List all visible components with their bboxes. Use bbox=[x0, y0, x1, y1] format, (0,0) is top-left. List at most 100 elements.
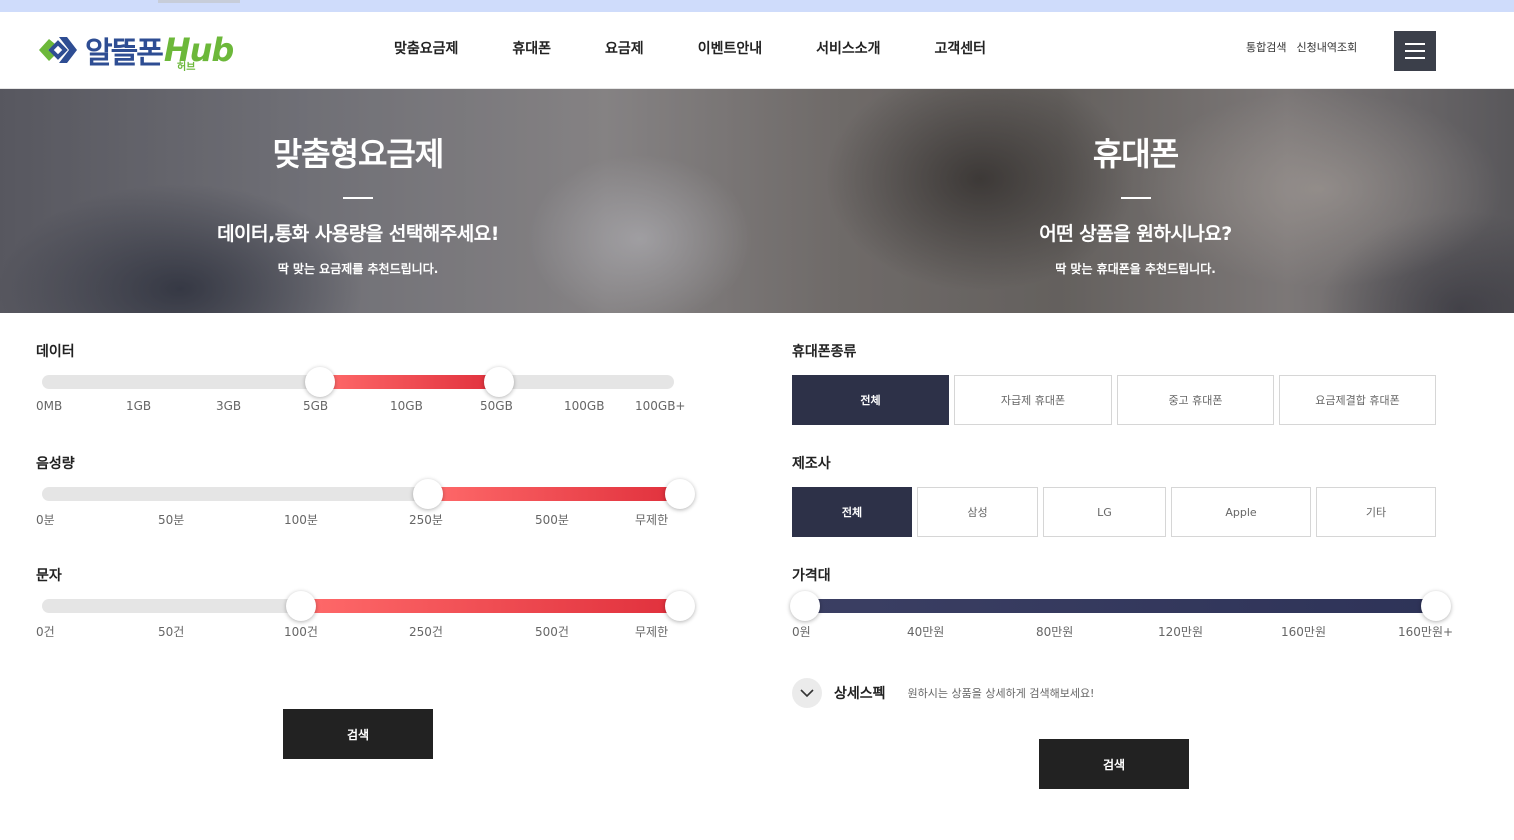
price-slider-max-handle[interactable] bbox=[1421, 591, 1451, 621]
maker-label: 제조사 bbox=[792, 456, 831, 472]
sms-ticks: 0건 50건 100건 250건 500건 무제한 bbox=[36, 623, 696, 639]
maker-all-button[interactable]: 전체 bbox=[792, 487, 912, 537]
sms-slider-min-handle[interactable] bbox=[286, 591, 316, 621]
nav-plan[interactable]: 요금제 bbox=[589, 38, 660, 58]
data-tick: 10GB bbox=[390, 399, 423, 413]
sms-tick: 0건 bbox=[36, 625, 55, 639]
hero-left-divider bbox=[343, 197, 373, 199]
phone-type-bundle-button[interactable]: 요금제결합 휴대폰 bbox=[1279, 375, 1436, 425]
detail-spec-hint: 원하시는 상품을 상세하게 검색해보세요! bbox=[907, 687, 1095, 700]
hero-right-subtitle: 어떤 상품을 원하시나요? bbox=[1039, 223, 1232, 245]
hero-left-title: 맞춤형요금제 bbox=[272, 135, 445, 173]
hero-left-desc: 딱 맞는 요금제를 추천드립니다. bbox=[277, 262, 439, 276]
menu-line bbox=[1405, 43, 1425, 45]
price-ticks: 0원 40만원 80만원 120만원 160만원 160만원+ bbox=[792, 623, 1462, 639]
header: 알뜰폰 Hub 허브 맞춤요금제 휴대폰 요금제 이벤트안내 서비스소개 고객센… bbox=[0, 12, 1514, 89]
sms-tick: 500건 bbox=[535, 625, 569, 639]
data-tick: 50GB bbox=[480, 399, 513, 413]
sms-tick: 50건 bbox=[158, 625, 185, 639]
voice-label: 음성량 bbox=[36, 456, 75, 472]
nav-event[interactable]: 이벤트안내 bbox=[682, 38, 778, 58]
hero-left: 맞춤형요금제 데이터,통화 사용량을 선택해주세요! 딱 맞는 요금제를 추천드… bbox=[0, 89, 716, 313]
data-tick: 0MB bbox=[36, 399, 63, 413]
price-slider-min-handle[interactable] bbox=[790, 591, 820, 621]
sms-tick: 250건 bbox=[409, 625, 443, 639]
plan-search-button[interactable]: 검색 bbox=[283, 709, 433, 759]
sms-tick: 100건 bbox=[284, 625, 318, 639]
price-tick: 40만원 bbox=[907, 625, 945, 639]
phone-type-used-button[interactable]: 중고 휴대폰 bbox=[1117, 375, 1274, 425]
voice-tick: 500분 bbox=[535, 513, 569, 527]
nav-support[interactable]: 고객센터 bbox=[919, 38, 1003, 58]
price-tick: 0원 bbox=[792, 625, 811, 639]
site-logo[interactable]: 알뜰폰 Hub 허브 bbox=[35, 28, 234, 73]
logo-hub: Hub bbox=[163, 31, 234, 69]
data-tick: 5GB bbox=[303, 399, 329, 413]
voice-tick: 무제한 bbox=[635, 513, 669, 527]
maker-apple-button[interactable]: Apple bbox=[1171, 487, 1311, 537]
voice-slider-max-handle[interactable] bbox=[665, 479, 695, 509]
price-tick: 80만원 bbox=[1036, 625, 1074, 639]
hamburger-menu-icon[interactable] bbox=[1394, 31, 1436, 71]
logo-hub-sub: 허브 bbox=[177, 62, 196, 73]
voice-tick: 0분 bbox=[36, 513, 55, 527]
nav-custom-plan[interactable]: 맞춤요금제 bbox=[378, 38, 474, 58]
util-search-link[interactable]: 통합검색 bbox=[1246, 39, 1286, 55]
phone-type-all-button[interactable]: 전체 bbox=[792, 375, 949, 425]
sms-slider-fill bbox=[301, 599, 680, 613]
top-strip-tab bbox=[158, 0, 240, 3]
voice-tick: 50분 bbox=[158, 513, 185, 527]
util-order-lookup-link[interactable]: 신청내역조회 bbox=[1296, 39, 1357, 55]
price-tick: 120만원 bbox=[1158, 625, 1203, 639]
hero-right: 휴대폰 어떤 상품을 원하시나요? 딱 맞는 휴대폰을 추천드립니다. bbox=[757, 89, 1514, 313]
sms-tick: 무제한 bbox=[635, 625, 669, 639]
voice-slider-min-handle[interactable] bbox=[413, 479, 443, 509]
phone-search-button[interactable]: 검색 bbox=[1039, 739, 1189, 789]
data-slider-max-handle[interactable] bbox=[484, 367, 514, 397]
nav-service[interactable]: 서비스소개 bbox=[800, 38, 896, 58]
detail-spec-label: 상세스펙 bbox=[834, 686, 886, 702]
logo-name: 알뜰폰 bbox=[85, 36, 164, 71]
data-slider-min-handle[interactable] bbox=[305, 367, 335, 397]
price-tick: 160만원+ bbox=[1398, 625, 1454, 639]
sms-label: 문자 bbox=[36, 568, 62, 584]
phone-type-unlocked-button[interactable]: 자급제 휴대폰 bbox=[954, 375, 1112, 425]
chevron-down-icon[interactable] bbox=[792, 678, 822, 708]
util-links: 통합검색 신청내역조회 bbox=[1246, 39, 1357, 55]
sms-range-slider[interactable] bbox=[42, 591, 695, 621]
price-tick: 160만원 bbox=[1281, 625, 1326, 639]
maker-other-button[interactable]: 기타 bbox=[1316, 487, 1436, 537]
menu-line bbox=[1405, 50, 1425, 52]
nav-phone[interactable]: 휴대폰 bbox=[496, 38, 567, 58]
voice-ticks: 0분 50분 100분 250분 500분 무제한 bbox=[36, 511, 696, 527]
data-tick: 100GB+ bbox=[635, 399, 686, 413]
data-slider-fill bbox=[320, 375, 499, 389]
phone-type-label: 휴대폰종류 bbox=[792, 344, 857, 360]
data-range-slider[interactable] bbox=[42, 367, 674, 397]
hero-right-desc: 딱 맞는 휴대폰을 추천드립니다. bbox=[1055, 262, 1216, 276]
maker-lg-button[interactable]: LG bbox=[1043, 487, 1166, 537]
maker-samsung-button[interactable]: 삼성 bbox=[917, 487, 1038, 537]
voice-tick: 250분 bbox=[409, 513, 443, 527]
price-slider-fill bbox=[806, 599, 1436, 613]
voice-range-slider[interactable] bbox=[42, 479, 695, 509]
main-nav: 맞춤요금제 휴대폰 요금제 이벤트안내 서비스소개 고객센터 bbox=[378, 38, 1024, 58]
voice-tick: 100분 bbox=[284, 513, 318, 527]
hero-right-title: 휴대폰 bbox=[1092, 135, 1179, 173]
detail-spec-toggle[interactable]: 상세스펙 원하시는 상품을 상세하게 검색해보세요! bbox=[792, 678, 1094, 708]
sms-slider-max-handle[interactable] bbox=[665, 591, 695, 621]
voice-slider-fill bbox=[428, 487, 680, 501]
data-label: 데이터 bbox=[36, 344, 75, 360]
top-strip bbox=[0, 0, 1514, 12]
data-tick: 100GB bbox=[564, 399, 605, 413]
data-tick: 3GB bbox=[216, 399, 242, 413]
hero-banner: 맞춤형요금제 데이터,통화 사용량을 선택해주세요! 딱 맞는 요금제를 추천드… bbox=[0, 89, 1514, 313]
menu-line bbox=[1405, 57, 1425, 59]
hero-left-subtitle: 데이터,통화 사용량을 선택해주세요! bbox=[217, 223, 499, 245]
price-range-slider[interactable] bbox=[790, 591, 1451, 621]
logo-mark-icon bbox=[39, 37, 77, 63]
hero-right-divider bbox=[1120, 197, 1151, 199]
price-label: 가격대 bbox=[792, 568, 831, 584]
data-tick: 1GB bbox=[126, 399, 152, 413]
data-ticks: 0MB 1GB 3GB 5GB 10GB 50GB 100GB 100GB+ bbox=[36, 399, 696, 415]
